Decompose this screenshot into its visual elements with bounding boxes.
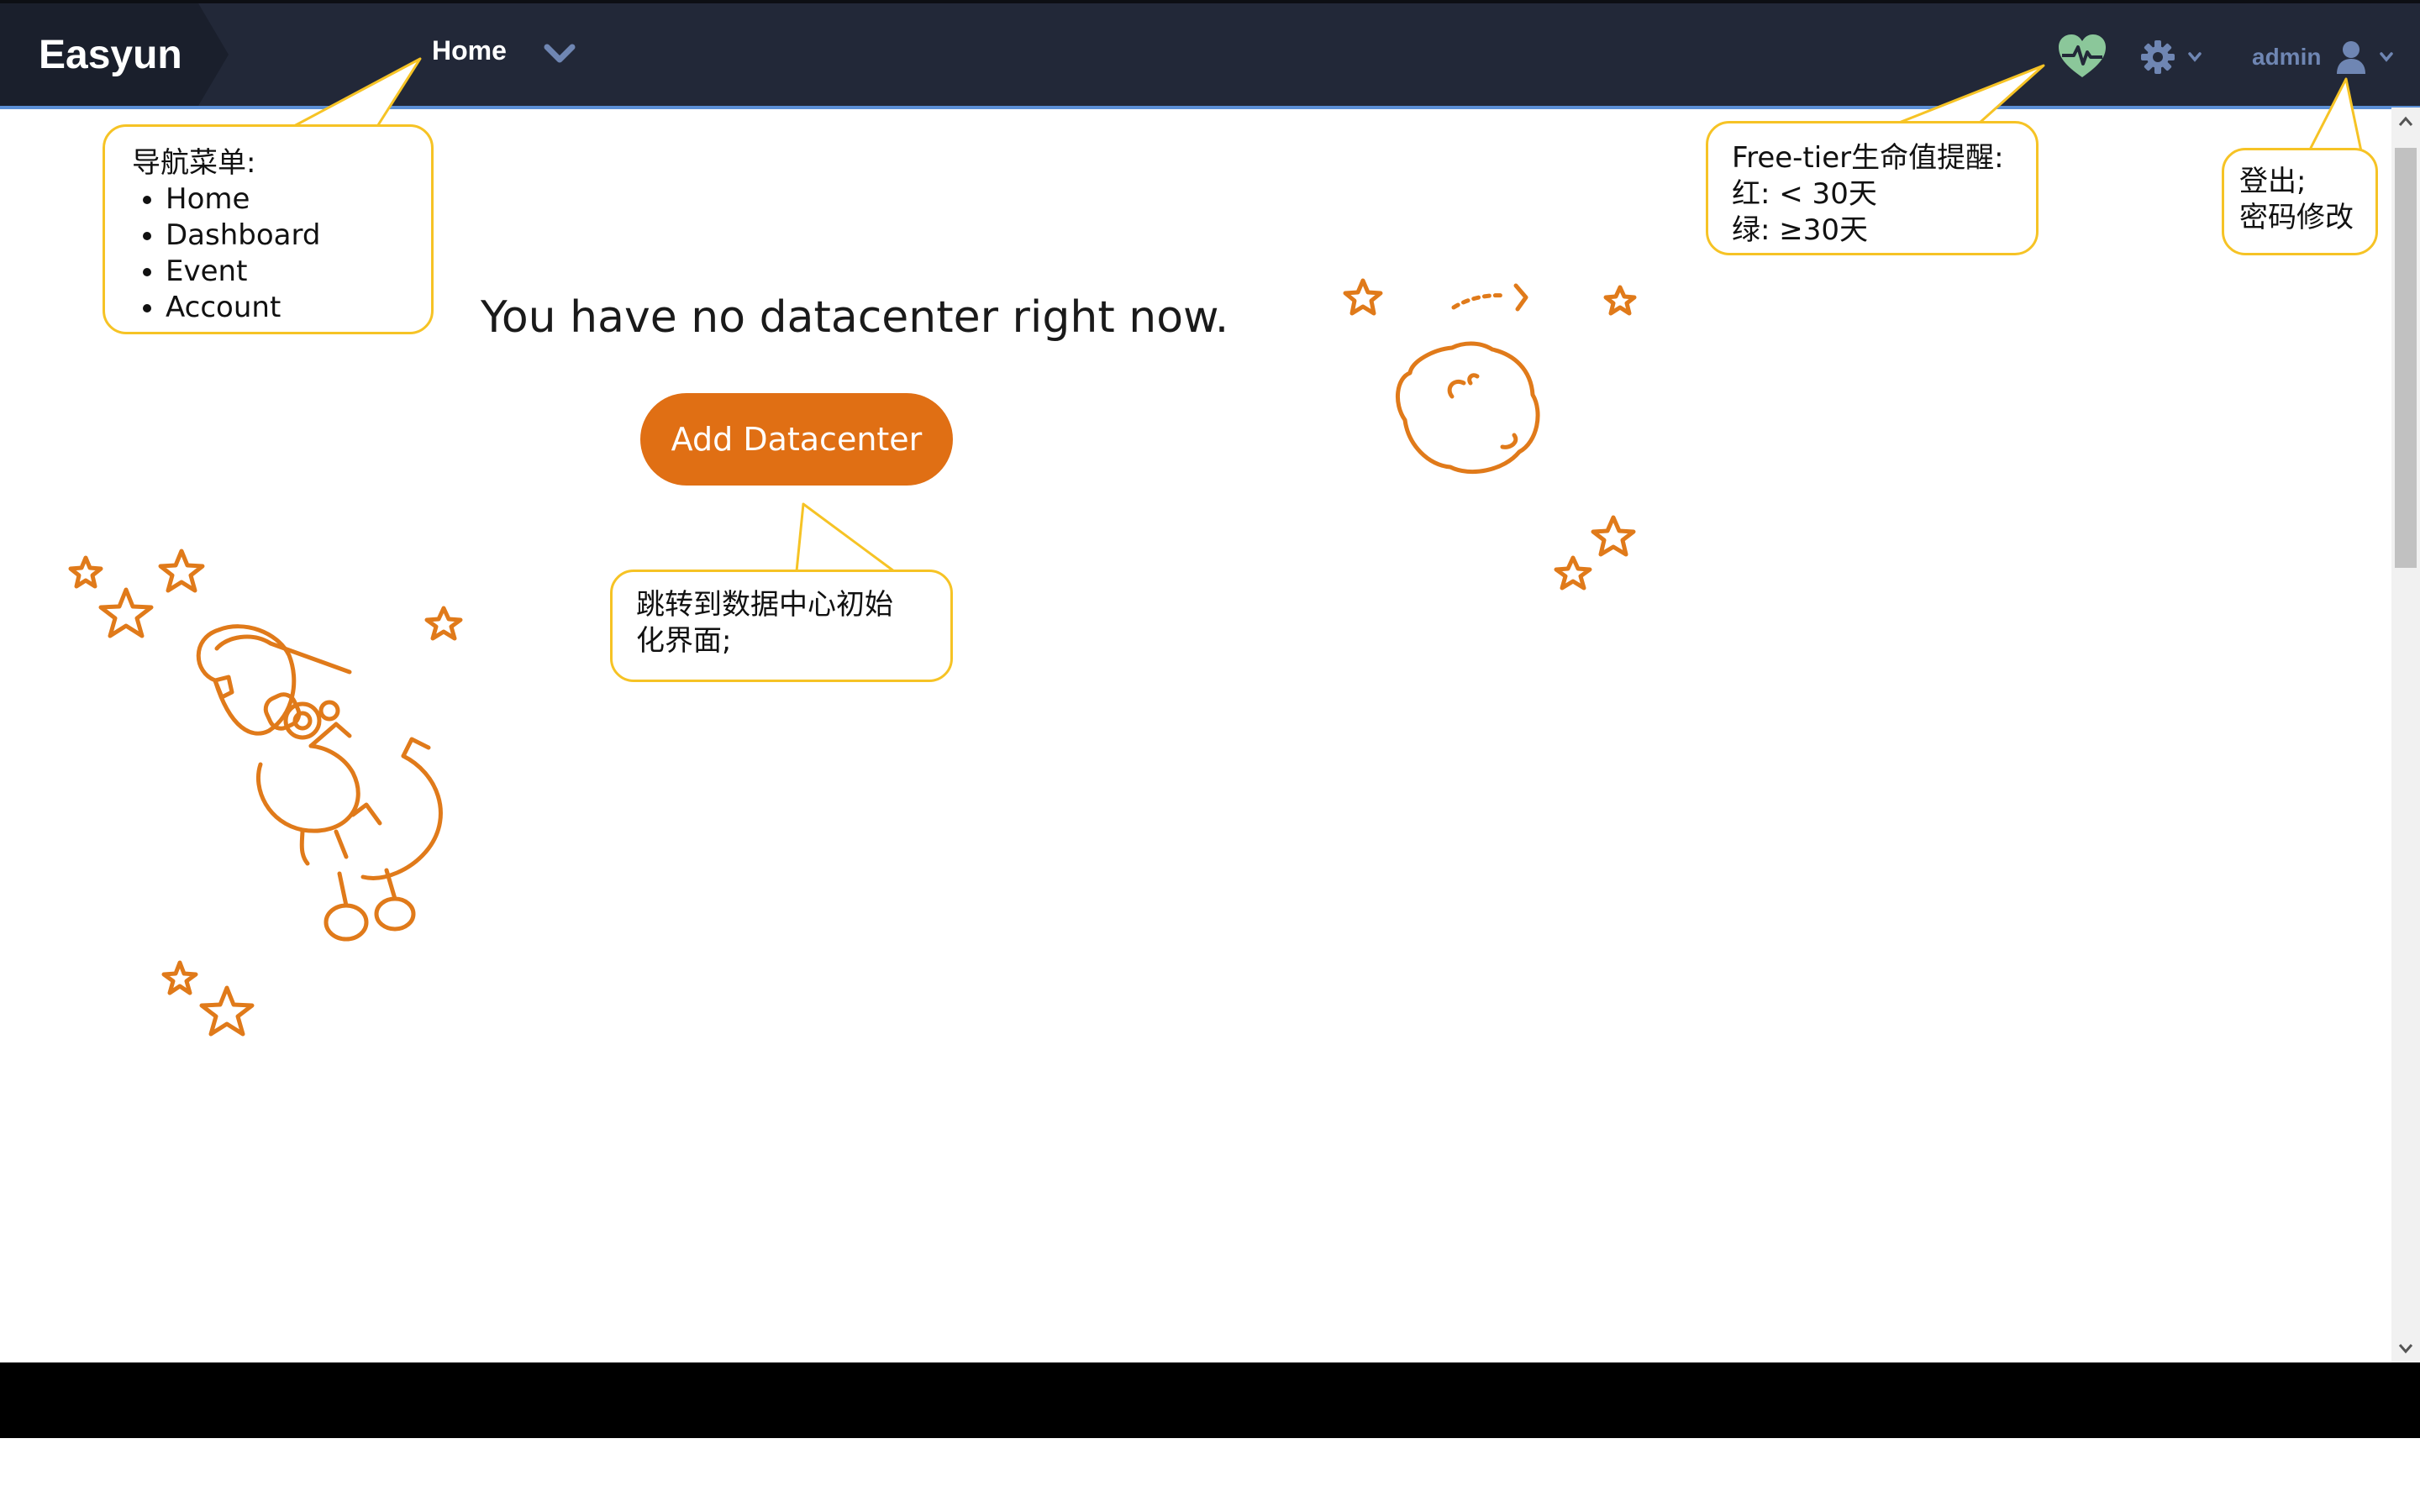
bottom-black-bar — [0, 1362, 2420, 1438]
star-icon — [199, 985, 255, 1037]
star-icon — [424, 606, 463, 641]
star-icon — [98, 587, 154, 638]
star-icon — [1554, 555, 1592, 591]
vertical-scrollbar[interactable] — [2391, 108, 2420, 1362]
callout-nav-item: Home — [166, 181, 404, 218]
gear-icon[interactable] — [2141, 40, 2175, 74]
callout-nav-item: Dashboard — [166, 218, 404, 254]
callout-nav-item: Event — [166, 254, 404, 290]
add-datacenter-button[interactable]: Add Datacenter — [640, 393, 953, 486]
scroll-down-arrow-icon[interactable] — [2391, 1334, 2420, 1362]
caret-down-icon[interactable] — [2378, 50, 2395, 64]
brand-logo[interactable]: Easyun — [0, 3, 229, 106]
callout-nav-menu: 导航菜单: Home Dashboard Event Account — [103, 124, 434, 334]
chevron-down-icon[interactable] — [543, 42, 576, 66]
callout-nav-list: Home Dashboard Event Account — [132, 181, 404, 326]
scroll-up-arrow-icon[interactable] — [2391, 108, 2420, 136]
star-icon — [1591, 515, 1636, 557]
star-icon — [1343, 278, 1383, 316]
user-name[interactable]: admin — [2252, 44, 2321, 71]
planet-illustration — [1343, 278, 1637, 591]
callout-health-line: 绿: ≥30天 — [1732, 213, 1869, 247]
star-icon — [158, 549, 205, 593]
callout-health: Free-tier生命值提醒: 红: < 30天 绿: ≥30天 — [1706, 121, 2039, 255]
scrollbar-thumb[interactable] — [2395, 148, 2417, 568]
star-icon — [1603, 285, 1637, 316]
callout-user-line: 密码修改 — [2239, 201, 2354, 234]
nav-home-link[interactable]: Home — [432, 35, 507, 66]
callout-nav-title: 导航菜单: — [132, 146, 256, 180]
top-navbar: Easyun Home admin — [0, 3, 2420, 109]
robot-illustration — [68, 549, 463, 1037]
callout-nav-item: Account — [166, 290, 404, 326]
callout-add-line: 跳转到数据中心初始 — [636, 588, 893, 622]
callout-user: 登出; 密码修改 — [2222, 148, 2378, 255]
callout-add-datacenter: 跳转到数据中心初始 化界面; — [610, 570, 953, 682]
star-icon — [68, 555, 103, 589]
callout-user-line: 登出; — [2239, 165, 2307, 198]
star-icon — [161, 960, 198, 995]
user-icon[interactable] — [2336, 40, 2366, 74]
heart-pulse-icon[interactable] — [2057, 34, 2107, 79]
callout-health-line: Free-tier生命值提醒: — [1732, 141, 2004, 175]
empty-state-message: You have no datacenter right now. — [481, 292, 1229, 343]
callout-health-line: 红: < 30天 — [1732, 177, 1877, 211]
callout-add-line: 化界面; — [636, 624, 732, 658]
caret-down-icon[interactable] — [2186, 50, 2203, 64]
